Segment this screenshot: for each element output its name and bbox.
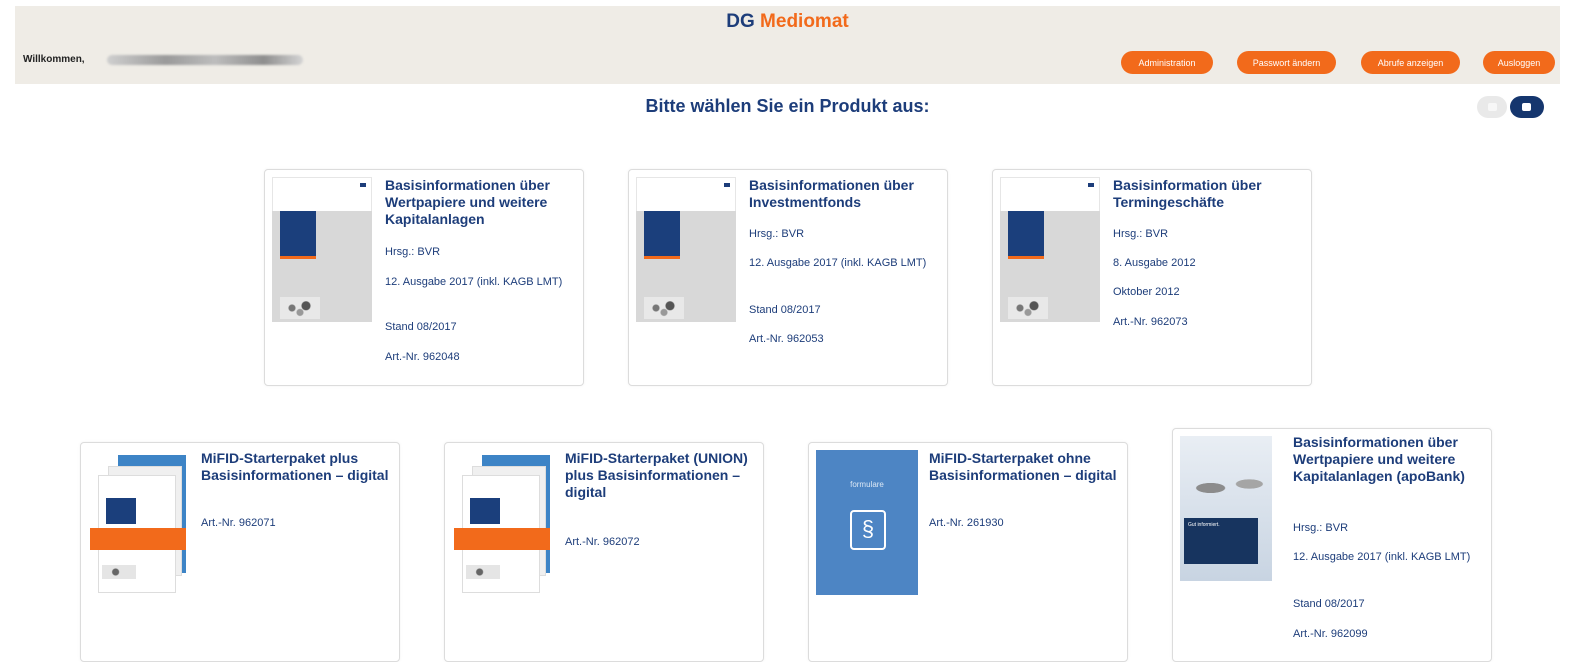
product-card[interactable]: Basisinformation über Termingeschäfte Hr…	[992, 169, 1312, 386]
product-title: MiFID-Starterpaket plus Basisinformation…	[201, 450, 389, 483]
product-cover-image	[452, 450, 556, 596]
product-edition: 12. Ausgabe 2017 (inkl. KAGB LMT)	[385, 276, 563, 288]
cover-label: formulare	[850, 480, 884, 489]
product-edition: 12. Ausgabe 2017 (inkl. KAGB LMT)	[749, 257, 927, 269]
welcome-text: Willkommen,	[23, 54, 85, 65]
product-card[interactable]: MiFID-Starterpaket (UNION) plus Basisinf…	[444, 442, 764, 662]
product-title: Basisinformationen über Wertpapiere und …	[1293, 434, 1465, 484]
logout-button[interactable]: Ausloggen	[1483, 51, 1555, 74]
product-cover-image	[88, 450, 192, 596]
brand-name: Mediomat	[760, 11, 849, 32]
product-title: Basisinformation über Termingeschäfte	[1113, 177, 1262, 210]
page-title: Bitte wählen Sie ein Produkt aus:	[645, 96, 930, 116]
product-title: Basisinformationen über Wertpapiere und …	[385, 177, 550, 227]
product-publisher: Hrsg.: BVR	[1293, 522, 1349, 534]
product-cover-image	[1180, 436, 1272, 581]
grid-view-icon	[1488, 103, 1497, 111]
product-card[interactable]: Basisinformationen über Wertpapiere und …	[264, 169, 584, 386]
change-password-button[interactable]: Passwort ändern	[1237, 51, 1336, 74]
product-card[interactable]: MiFID-Starterpaket plus Basisinformation…	[80, 442, 400, 662]
product-article-number: Art.-Nr. 962048	[385, 351, 460, 363]
product-status: Stand 08/2017	[749, 304, 821, 316]
product-article-number: Art.-Nr. 962071	[201, 517, 276, 529]
product-card[interactable]: Basisinformationen über Investmentfonds …	[628, 169, 948, 386]
grid-view-toggle[interactable]	[1477, 96, 1507, 118]
paragraph-icon: §	[850, 510, 886, 550]
product-cover-image	[1000, 177, 1100, 322]
product-publisher: Hrsg.: BVR	[1113, 228, 1169, 240]
product-article-number: Art.-Nr. 261930	[929, 517, 1004, 529]
product-cover-image	[636, 177, 736, 322]
product-article-number: Art.-Nr. 962073	[1113, 316, 1188, 328]
product-title: Basisinformationen über Investmentfonds	[749, 177, 914, 210]
product-date: Oktober 2012	[1113, 286, 1180, 298]
show-requests-button[interactable]: Abrufe anzeigen	[1361, 51, 1460, 74]
product-publisher: Hrsg.: BVR	[749, 228, 805, 240]
product-publisher: Hrsg.: BVR	[385, 246, 441, 258]
product-cover-image	[272, 177, 372, 322]
product-article-number: Art.-Nr. 962072	[565, 536, 640, 548]
product-status: Stand 08/2017	[385, 321, 457, 333]
product-article-number: Art.-Nr. 962099	[1293, 628, 1368, 640]
list-view-icon	[1522, 103, 1531, 111]
product-article-number: Art.-Nr. 962053	[749, 333, 824, 345]
brand-dg: DG	[726, 11, 755, 32]
blurred-username	[107, 55, 303, 65]
list-view-toggle[interactable]	[1510, 96, 1544, 118]
header-bar: DG Mediomat Willkommen, Administration P…	[15, 6, 1560, 84]
product-title: MiFID-Starterpaket ohne Basisinformation…	[929, 450, 1117, 483]
app-brand: DG Mediomat	[15, 11, 1560, 33]
administration-button[interactable]: Administration	[1121, 51, 1213, 74]
product-title: MiFID-Starterpaket (UNION) plus Basisinf…	[565, 450, 748, 500]
product-cover-image: formulare §	[816, 450, 918, 595]
product-edition: 8. Ausgabe 2012	[1113, 257, 1196, 269]
product-card[interactable]: Basisinformationen über Wertpapiere und …	[1172, 428, 1492, 662]
product-status: Stand 08/2017	[1293, 598, 1365, 610]
product-card[interactable]: formulare § MiFID-Starterpaket ohne Basi…	[808, 442, 1128, 662]
product-edition: 12. Ausgabe 2017 (inkl. KAGB LMT)	[1293, 551, 1471, 563]
